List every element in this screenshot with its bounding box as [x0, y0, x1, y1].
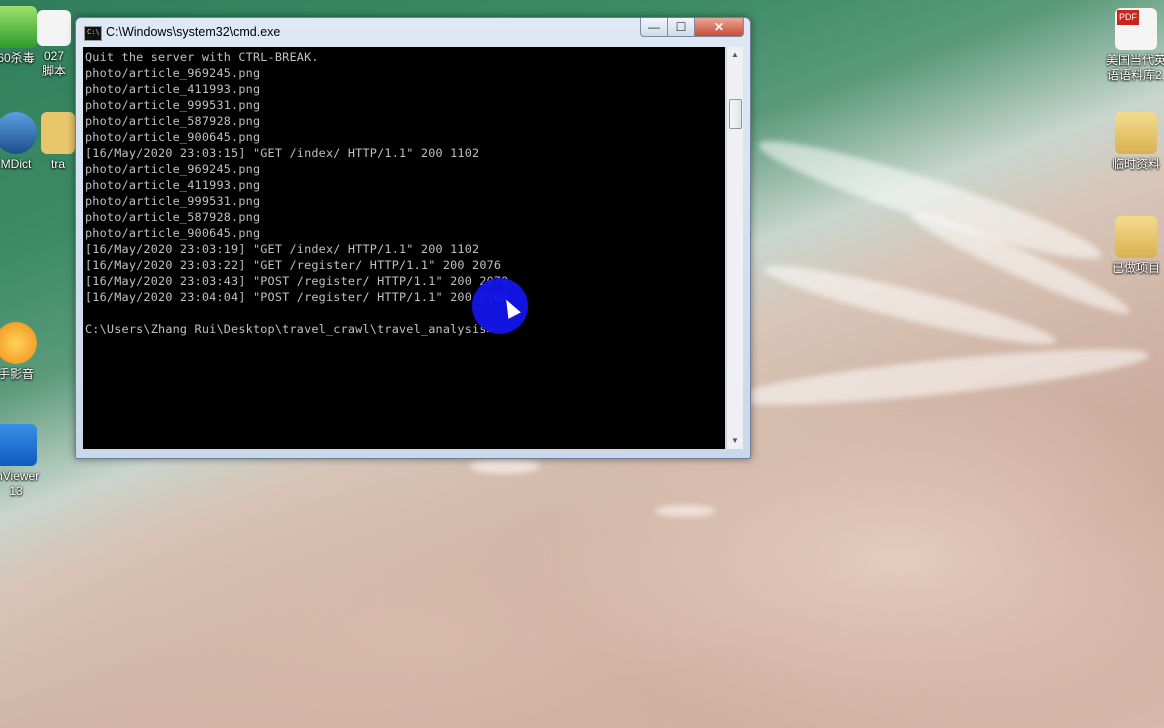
- console-line: Quit the server with CTRL-BREAK.: [85, 50, 319, 64]
- console-line: photo/article_587928.png: [85, 114, 261, 128]
- console-line: photo/article_900645.png: [85, 226, 261, 240]
- desktop-icon-pdf-corpus[interactable]: PDF 美国当代英 语语料库2.: [1096, 8, 1164, 83]
- close-button[interactable]: ✕: [694, 18, 744, 37]
- folder-icon: [41, 112, 75, 154]
- vertical-scrollbar[interactable]: ▲ ▼: [726, 47, 743, 449]
- minimize-button[interactable]: —: [640, 18, 668, 37]
- console-line: photo/article_999531.png: [85, 194, 261, 208]
- maximize-button[interactable]: ☐: [667, 18, 695, 37]
- window-title: C:\Windows\system32\cmd.exe: [106, 25, 281, 39]
- teamviewer-icon: [0, 424, 37, 466]
- console-line: photo/article_587928.png: [85, 210, 261, 224]
- desktop-icon-temp-folder[interactable]: 临时资料: [1096, 112, 1164, 172]
- cmd-window[interactable]: C:\ C:\Windows\system32\cmd.exe — ☐ ✕ Qu…: [75, 17, 751, 459]
- media-player-icon: [0, 322, 37, 364]
- console-line: [16/May/2020 23:03:15] "GET /index/ HTTP…: [85, 146, 480, 160]
- cmd-icon: C:\: [84, 26, 102, 41]
- folder-icon: [1115, 216, 1157, 258]
- console-line: photo/article_999531.png: [85, 98, 261, 112]
- scroll-down-arrow-icon[interactable]: ▼: [727, 433, 743, 449]
- console-line: [16/May/2020 23:03:43] "POST /register/ …: [85, 274, 509, 288]
- title-bar[interactable]: C:\ C:\Windows\system32\cmd.exe — ☐ ✕: [76, 18, 750, 46]
- desktop-icon-travel[interactable]: tra: [38, 112, 78, 172]
- console-line: photo/article_411993.png: [85, 178, 261, 192]
- console-line: photo/article_969245.png: [85, 162, 261, 176]
- pdf-icon: PDF: [1115, 8, 1157, 50]
- console-line: [16/May/2020 23:03:19] "GET /index/ HTTP…: [85, 242, 480, 256]
- pdf-file-icon: [37, 10, 71, 46]
- scrollbar-thumb[interactable]: [729, 99, 742, 129]
- desktop-icon-done-projects[interactable]: 已做项目: [1096, 216, 1164, 276]
- scroll-up-arrow-icon[interactable]: ▲: [727, 47, 743, 63]
- cursor-highlight: [472, 278, 528, 334]
- command-prompt[interactable]: C:\Users\Zhang Rui\Desktop\travel_crawl\…: [85, 321, 494, 337]
- mdict-icon: [0, 112, 37, 154]
- desktop-icon-media-player[interactable]: 手影音: [0, 322, 56, 382]
- console-line: photo/article_900645.png: [85, 130, 261, 144]
- console-line: photo/article_969245.png: [85, 66, 261, 80]
- console-line: [16/May/2020 23:03:22] "GET /register/ H…: [85, 258, 502, 272]
- console-line: photo/article_411993.png: [85, 82, 261, 96]
- console-line: [16/May/2020 23:04:04] "POST /register/ …: [85, 290, 509, 304]
- desktop-icon-teamviewer[interactable]: mViewer 13: [0, 424, 56, 499]
- console-output[interactable]: Quit the server with CTRL-BREAK. photo/a…: [83, 47, 725, 449]
- folder-icon: [1115, 112, 1157, 154]
- desktop-icon-027[interactable]: 027 脚本: [28, 10, 80, 79]
